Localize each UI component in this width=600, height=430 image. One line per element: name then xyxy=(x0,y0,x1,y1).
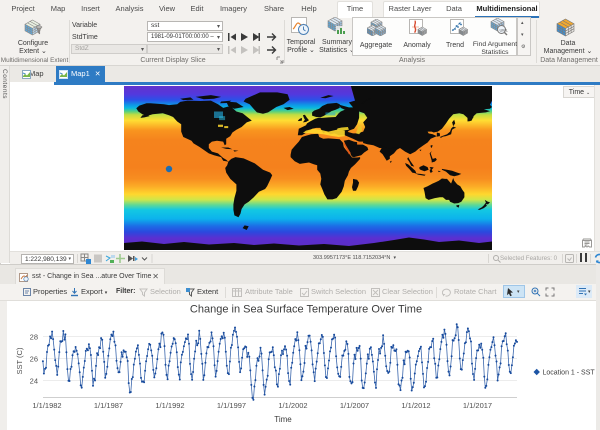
svg-text:1/1/2012: 1/1/2012 xyxy=(401,401,430,410)
svg-text:UML: UML xyxy=(500,28,509,33)
svg-text:SST (C): SST (C) xyxy=(15,347,24,374)
svg-text:Change in Sea Surface Temperat: Change in Sea Surface Temperature Over T… xyxy=(190,303,422,315)
svg-text:24: 24 xyxy=(30,376,38,385)
svg-text:Location 1 - SST: Location 1 - SST xyxy=(543,369,596,376)
svg-text:1/1/2007: 1/1/2007 xyxy=(340,401,369,410)
svg-text:1/1/1982: 1/1/1982 xyxy=(32,401,61,410)
svg-text:1/1/1992: 1/1/1992 xyxy=(155,401,184,410)
svg-text:1/1/2002: 1/1/2002 xyxy=(278,401,307,410)
svg-text:1/1/1997: 1/1/1997 xyxy=(217,401,246,410)
svg-text:1/1/2017: 1/1/2017 xyxy=(463,401,492,410)
svg-text:28: 28 xyxy=(30,332,38,341)
svg-text:26: 26 xyxy=(30,354,38,363)
svg-text:Time: Time xyxy=(274,415,292,424)
svg-text:1/1/1987: 1/1/1987 xyxy=(94,401,123,410)
